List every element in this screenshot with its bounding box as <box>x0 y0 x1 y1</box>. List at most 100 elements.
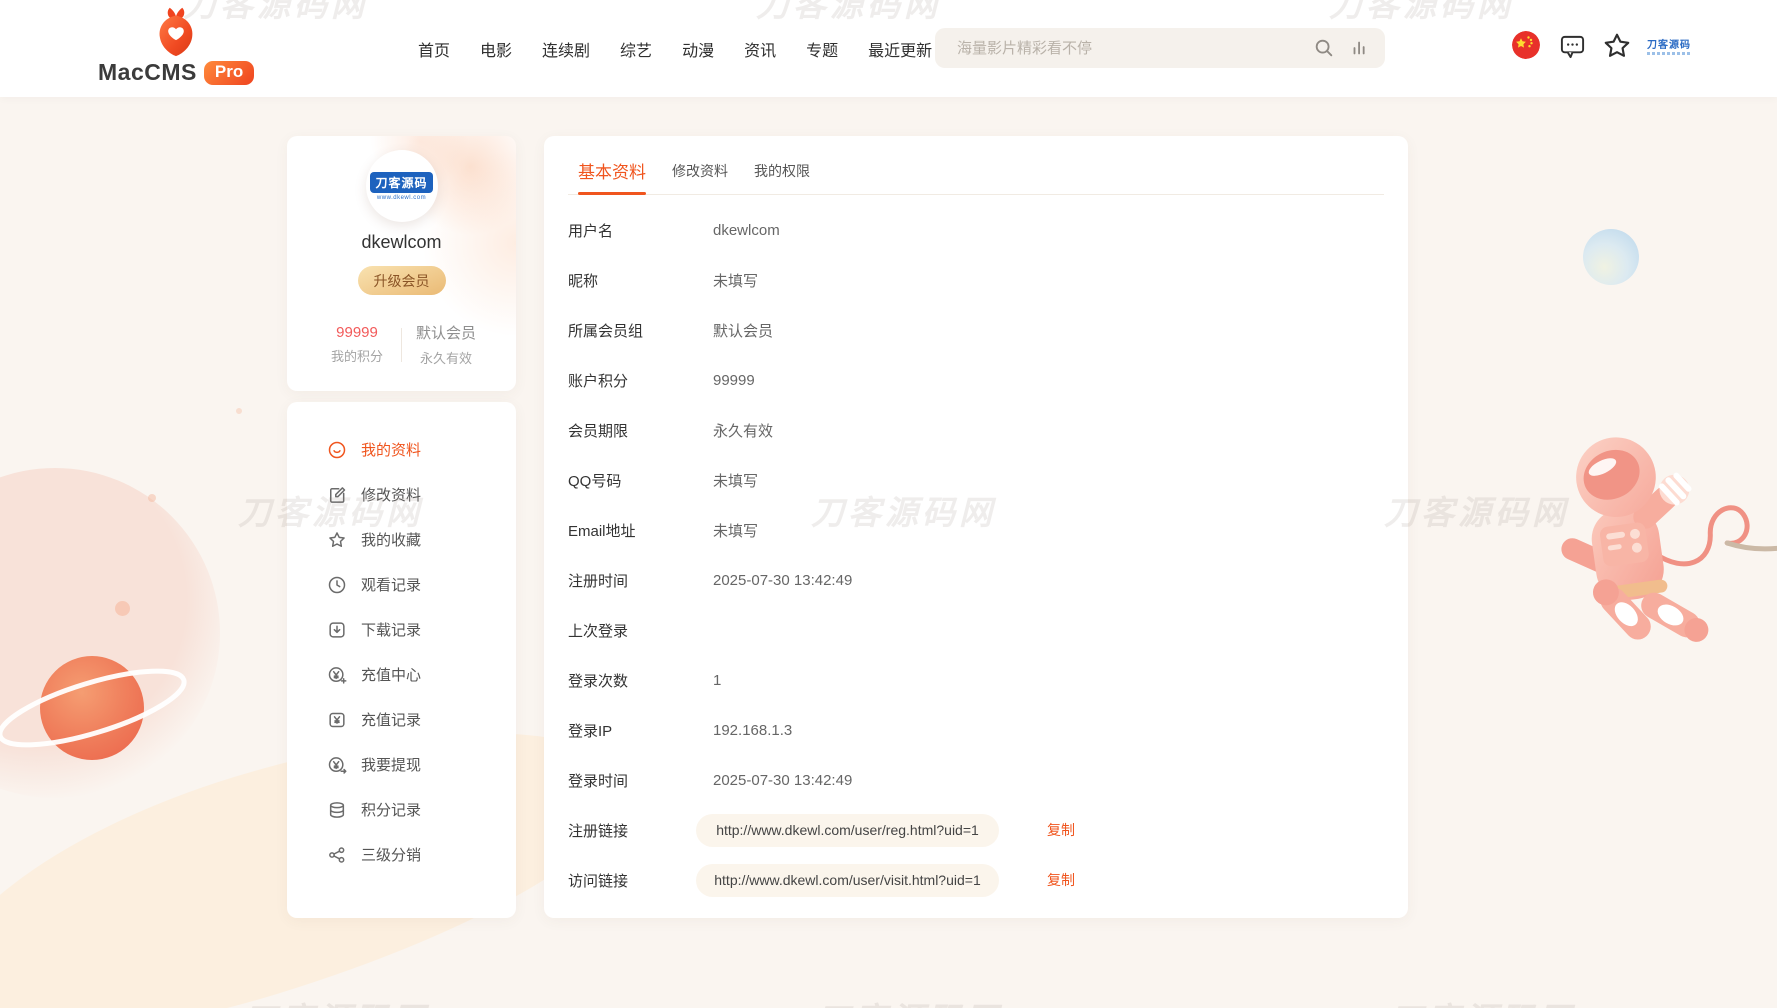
brand-name: MacCMS <box>98 59 197 86</box>
copy-button[interactable]: 复制 <box>1047 870 1075 890</box>
form-row-登录IP: 登录IP192.168.1.3 <box>568 705 1384 755</box>
search-input[interactable] <box>935 28 1313 68</box>
nav-item-动漫[interactable]: 动漫 <box>682 37 714 61</box>
chart-bars-icon[interactable] <box>1349 37 1371 59</box>
points-value: 99999 <box>313 324 401 341</box>
menu-list: 我的资料修改资料我的收藏观看记录下载记录充值中心充值记录我要提现积分记录三级分销 <box>327 427 516 877</box>
row-value: 2025-07-30 13:42:49 <box>713 772 852 789</box>
avatar-logo-text: 刀客源码 <box>370 172 432 193</box>
nav-item-专题[interactable]: 专题 <box>806 37 838 61</box>
nav-item-连续剧[interactable]: 连续剧 <box>542 37 590 61</box>
clock-icon <box>327 575 347 595</box>
menu-item-我的资料[interactable]: 我的资料 <box>327 427 516 472</box>
form-row-Email地址: Email地址未填写 <box>568 505 1384 555</box>
member-group-label: 永久有效 <box>402 348 490 367</box>
nav-item-综艺[interactable]: 综艺 <box>620 37 652 61</box>
upgrade-member-button[interactable]: 升级会员 <box>358 266 446 295</box>
brand-badge: Pro <box>204 61 254 85</box>
nav-item-首页[interactable]: 首页 <box>418 37 450 61</box>
strawberry-icon <box>152 5 200 57</box>
row-label: 登录次数 <box>568 670 713 691</box>
menu-item-观看记录[interactable]: 观看记录 <box>327 562 516 607</box>
form-row-用户名: 用户名dkewlcom <box>568 205 1384 255</box>
menu-item-下载记录[interactable]: 下载记录 <box>327 607 516 652</box>
row-label: 上次登录 <box>568 620 713 641</box>
row-label: 账户积分 <box>568 370 713 391</box>
row-label: QQ号码 <box>568 470 713 491</box>
form-row-账户积分: 账户积分99999 <box>568 355 1384 405</box>
watermark: 刀客源码网 <box>1390 993 1575 1008</box>
row-value-text: 未填写 <box>713 520 758 541</box>
withdraw-icon <box>327 755 347 775</box>
link-field[interactable]: http://www.dkewl.com/user/reg.html?uid=1 <box>696 814 999 847</box>
nav-item-电影[interactable]: 电影 <box>480 37 512 61</box>
row-value: 永久有效 <box>713 420 773 441</box>
site-mini-logo-underline <box>1647 52 1691 55</box>
form-row-昵称: 昵称未填写 <box>568 255 1384 305</box>
form-row-登录时间: 登录时间2025-07-30 13:42:49 <box>568 755 1384 805</box>
moon-illustration <box>1583 229 1639 285</box>
avatar[interactable]: 刀客源码 www.dkewl.com <box>366 150 438 222</box>
menu-item-label: 积分记录 <box>361 799 421 820</box>
menu-item-label: 修改资料 <box>361 484 421 505</box>
brand-logo[interactable]: MacCMS Pro <box>98 5 254 86</box>
nav-item-最近更新[interactable]: 最近更新 <box>868 37 932 61</box>
pink-dot <box>236 408 242 414</box>
tabs: 基本资料修改资料我的权限 <box>568 136 1384 195</box>
menu-item-label: 观看记录 <box>361 574 421 595</box>
tab-修改资料[interactable]: 修改资料 <box>672 161 728 194</box>
row-label: 登录时间 <box>568 770 713 791</box>
menu-item-label: 我要提现 <box>361 754 421 775</box>
menu-item-充值记录[interactable]: 充值记录 <box>327 697 516 742</box>
row-label: 登录IP <box>568 720 713 741</box>
recharge-record-icon <box>327 710 347 730</box>
row-label: 访问链接 <box>568 870 713 891</box>
menu-item-label: 下载记录 <box>361 619 421 640</box>
menu-item-label: 我的资料 <box>361 439 421 460</box>
main-nav: 首页 电影 连续剧 综艺 动漫 资讯 专题 最近更新 <box>418 0 932 97</box>
search-icon[interactable] <box>1313 37 1335 59</box>
link-field[interactable]: http://www.dkewl.com/user/visit.html?uid… <box>696 864 999 897</box>
menu-item-我的收藏[interactable]: 我的收藏 <box>327 517 516 562</box>
menu-item-label: 充值中心 <box>361 664 421 685</box>
row-label: 昵称 <box>568 270 713 291</box>
menu-item-我要提现[interactable]: 我要提现 <box>327 742 516 787</box>
points-label: 我的积分 <box>313 346 401 365</box>
menu-item-三级分销[interactable]: 三级分销 <box>327 832 516 877</box>
row-value: http://www.dkewl.com/user/reg.html?uid=1… <box>713 814 1075 847</box>
site-mini-logo[interactable]: 刀客源码 <box>1647 36 1691 55</box>
stats: 99999 我的积分 默认会员 永久有效 <box>287 322 516 367</box>
flag-icon[interactable] <box>1512 31 1540 59</box>
favorite-star-icon[interactable] <box>1602 31 1632 66</box>
row-value-text: 默认会员 <box>713 320 773 341</box>
form-row-访问链接: 访问链接http://www.dkewl.com/user/visit.html… <box>568 855 1384 905</box>
row-value: dkewlcom <box>713 222 780 239</box>
form-row-会员期限: 会员期限永久有效 <box>568 405 1384 455</box>
pink-dot <box>148 494 156 502</box>
row-value: 192.168.1.3 <box>713 722 792 739</box>
row-value-text: 未填写 <box>713 470 758 491</box>
nav-item-资讯[interactable]: 资讯 <box>744 37 776 61</box>
row-value-text: 99999 <box>713 372 755 389</box>
row-value: 未填写 <box>713 270 758 291</box>
form-row-QQ号码: QQ号码未填写 <box>568 455 1384 505</box>
tab-我的权限[interactable]: 我的权限 <box>754 161 810 194</box>
main-card: 基本资料修改资料我的权限 用户名dkewlcom昵称未填写所属会员组默认会员账户… <box>544 136 1408 918</box>
row-label: Email地址 <box>568 520 713 541</box>
menu-item-label: 充值记录 <box>361 709 421 730</box>
copy-button[interactable]: 复制 <box>1047 820 1075 840</box>
row-value: 2025-07-30 13:42:49 <box>713 572 852 589</box>
page: MacCMS Pro 首页 电影 连续剧 综艺 动漫 资讯 专题 最近更新 <box>0 0 1777 1008</box>
row-value: 1 <box>713 672 721 689</box>
menu-card: 我的资料修改资料我的收藏观看记录下载记录充值中心充值记录我要提现积分记录三级分销 <box>287 402 516 918</box>
tab-基本资料[interactable]: 基本资料 <box>578 158 646 194</box>
row-value: 未填写 <box>713 520 758 541</box>
menu-item-充值中心[interactable]: 充值中心 <box>327 652 516 697</box>
row-value-text: dkewlcom <box>713 222 780 239</box>
form-rows: 用户名dkewlcom昵称未填写所属会员组默认会员账户积分99999会员期限永久… <box>568 195 1384 905</box>
menu-item-积分记录[interactable]: 积分记录 <box>327 787 516 832</box>
menu-item-修改资料[interactable]: 修改资料 <box>327 472 516 517</box>
form-row-所属会员组: 所属会员组默认会员 <box>568 305 1384 355</box>
row-label: 所属会员组 <box>568 320 713 341</box>
message-icon[interactable] <box>1559 33 1586 65</box>
